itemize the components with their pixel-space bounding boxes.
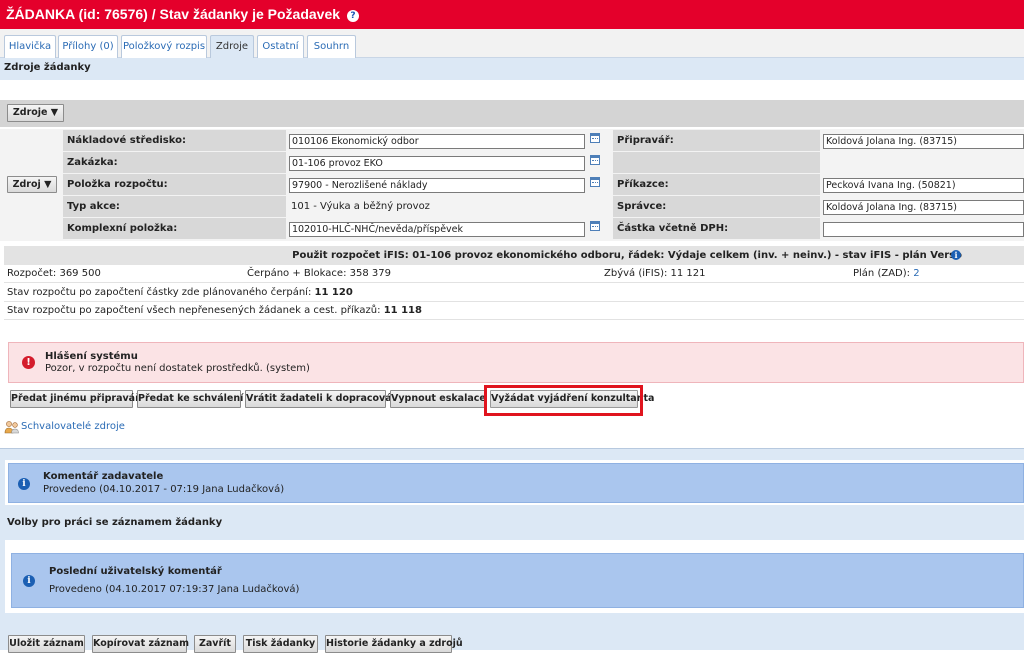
zdroj-dropdown-button[interactable]: Zdroj ▼ — [7, 176, 57, 193]
page-title-bar: ŽÁDANKA (id: 76576) / Stav žádanky je Po… — [0, 0, 1024, 29]
tab-zdroje[interactable]: Zdroje — [210, 35, 254, 58]
close-button[interactable]: Zavřít — [194, 635, 236, 653]
tab-bar: Hlavička Přílohy (0) Položkový rozpis Zd… — [0, 29, 1024, 58]
info-icon: i — [23, 575, 35, 587]
lookup-icon[interactable] — [590, 155, 600, 165]
label-typ-akce: Typ akce: — [63, 196, 286, 217]
label-castka-dph: Částka včetně DPH: — [613, 218, 820, 239]
budget-stav2: Stav rozpočtu po započtení všech nepřene… — [7, 302, 422, 320]
pripravar-field[interactable]: Koldová Jolana Ing. (83715) — [823, 134, 1024, 149]
last-comment-title: Poslední uživatelský komentář — [49, 566, 222, 577]
sources-toolbar — [0, 100, 1024, 127]
zakazka-field[interactable]: 01-106 provoz EKO — [289, 156, 585, 171]
alert-icon: ! — [22, 356, 35, 369]
komplexni-polozka-field[interactable]: 102010-HLČ-NHČ/nevěda/příspěvek — [289, 222, 585, 237]
budget-header-text: Použit rozpočet iFIS: 01-106 provoz ekon… — [292, 250, 962, 261]
last-comment-box: i Poslední uživatelský komentář Proveden… — [11, 553, 1024, 608]
budget-stav-row: Stav rozpočtu po započtení všech nepřene… — [4, 302, 1024, 320]
predat-jinemu-pripravari-button[interactable]: Předat jinému připraváři — [10, 390, 143, 408]
lookup-icon[interactable] — [590, 133, 600, 143]
save-button[interactable]: Uložit záznam — [8, 635, 85, 653]
history-button[interactable]: Historie žádanky a zdrojů — [325, 635, 463, 653]
tab-prilohy[interactable]: Přílohy (0) — [58, 35, 118, 58]
approvers-link[interactable]: Schvalovatelé zdroje — [21, 421, 125, 432]
vyzadat-vyjadreni-konzultanta-button[interactable]: Vyžádat vyjádření konzultanta — [490, 390, 654, 408]
zdroje-dropdown-button[interactable]: Zdroje ▼ — [7, 104, 64, 122]
typ-akce-value: 101 - Výuka a běžný provoz — [291, 201, 430, 212]
info-icon[interactable]: i — [951, 250, 961, 260]
lookup-icon[interactable] — [590, 177, 600, 187]
requester-comment-box: i Komentář zadavatele Provedeno (04.10.2… — [8, 463, 1024, 503]
info-icon: i — [18, 478, 30, 490]
predat-ke-schvaleni-button[interactable]: Předat ke schválení — [137, 390, 243, 408]
help-icon[interactable]: ? — [346, 10, 359, 22]
budget-header: Použit rozpočet iFIS: 01-106 provoz ekon… — [4, 246, 1024, 265]
alert-message: Pozor, v rozpočtu není dostatek prostřed… — [45, 363, 310, 374]
budget-stav2-value: 11 118 — [383, 305, 422, 316]
nakladove-stredisko-field[interactable]: 010106 Ekonomický odbor — [289, 134, 585, 149]
label-spravce: Správce: — [613, 196, 820, 217]
print-button[interactable]: Tisk žádanky — [243, 635, 318, 653]
page-title: ŽÁDANKA (id: 76576) / Stav žádanky je Po… — [6, 6, 341, 22]
requester-comment-text: Provedeno (04.10.2017 - 07:19 Jana Ludač… — [43, 484, 285, 495]
vratit-zadateli-button[interactable]: Vrátit žadateli k dopracování — [245, 390, 402, 408]
label-prikazce: Příkazce: — [613, 174, 820, 195]
alert-title: Hlášení systému — [45, 351, 138, 362]
options-title: Volby pro práci se záznamem žádanky — [7, 517, 223, 528]
copy-button[interactable]: Kopírovat záznam — [92, 635, 189, 653]
tab-polozkovy-rozpis[interactable]: Položkový rozpis — [121, 35, 207, 58]
budget-stav2-label: Stav rozpočtu po započtení všech nepřene… — [7, 305, 381, 316]
tab-hlavicka[interactable]: Hlavička — [4, 35, 56, 58]
budget-plan-link[interactable]: 2 — [913, 268, 919, 279]
label-pripravar: Připravář: — [613, 130, 820, 151]
label-komplexni-polozka: Komplexní položka: — [63, 218, 286, 239]
budget-plan: Plán (ZAD): 2 — [853, 265, 920, 283]
label-polozka-rozpoctu: Položka rozpočtu: — [63, 174, 286, 195]
people-icon — [4, 421, 19, 434]
castka-dph-field[interactable] — [823, 222, 1024, 237]
budget-stav1: Stav rozpočtu po započtení částky zde pl… — [7, 284, 353, 302]
label-zakazka: Zakázka: — [63, 152, 286, 173]
budget-cerpano: Čerpáno + Blokace: 358 379 — [247, 268, 391, 279]
polozka-rozpoctu-field[interactable]: 97900 - Nerozlišené náklady — [289, 178, 585, 193]
last-comment-text: Provedeno (04.10.2017 07:19:37 Jana Luda… — [49, 584, 300, 595]
budget-rozpocet: Rozpočet: 369 500 — [7, 268, 101, 279]
tab-ostatni[interactable]: Ostatní — [257, 35, 304, 58]
lookup-icon[interactable] — [590, 221, 600, 231]
section-title: Zdroje žádanky — [0, 58, 1024, 80]
budget-stav1-value: 11 120 — [314, 287, 353, 298]
system-alert: ! Hlášení systému Pozor, v rozpočtu není… — [8, 342, 1024, 383]
budget-summary-row: Rozpočet: 369 500 Čerpáno + Blokace: 358… — [4, 265, 1024, 283]
prikazce-field[interactable]: Pecková Ivana Ing. (50821) — [823, 178, 1024, 193]
spravce-field[interactable]: Koldová Jolana Ing. (83715) — [823, 200, 1024, 215]
requester-comment-title: Komentář zadavatele — [43, 471, 164, 482]
budget-stav1-label: Stav rozpočtu po započtení částky zde pl… — [7, 287, 312, 298]
label-nakladove-stredisko: Nákladové středisko: — [63, 130, 286, 151]
budget-zbyva: Zbývá (iFIS): 11 121 — [604, 268, 706, 279]
vypnout-eskalace-button[interactable]: Vypnout eskalace — [390, 390, 486, 408]
label-empty — [613, 152, 820, 173]
budget-plan-label: Plán (ZAD): — [853, 268, 911, 279]
budget-stav-row: Stav rozpočtu po započtení částky zde pl… — [4, 284, 1024, 302]
tab-souhrn[interactable]: Souhrn — [307, 35, 356, 58]
